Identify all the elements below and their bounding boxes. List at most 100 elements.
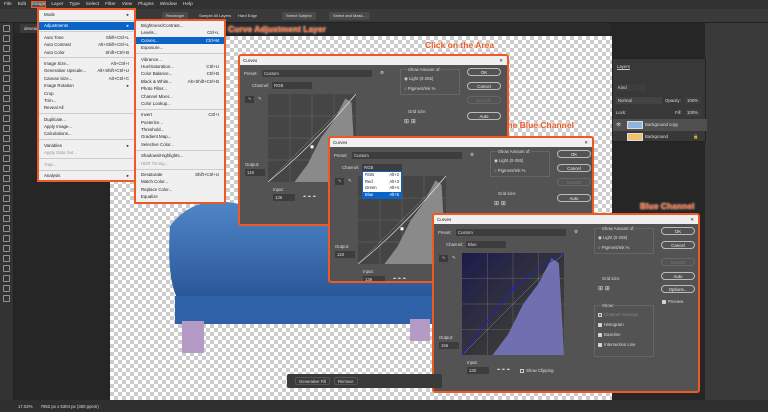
show-clipping-checkbox[interactable]: Show Clipping: [520, 368, 553, 373]
menu-filter[interactable]: Filter: [105, 2, 116, 7]
menu-item-gradient-map[interactable]: Gradient Map...: [136, 133, 224, 140]
baseline-checkbox[interactable]: Baseline: [598, 332, 620, 337]
menu-item-match-color[interactable]: Match Color...: [136, 178, 224, 185]
opacity-field[interactable]: 100%: [685, 97, 701, 104]
smooth-button[interactable]: Smooth: [467, 96, 501, 104]
light-radio[interactable]: ◉ Light (0-255): [494, 158, 523, 164]
grid-size-icons[interactable]: ⊞ ⊞: [598, 285, 610, 292]
menu-help[interactable]: Help: [183, 2, 193, 7]
ok-button[interactable]: OK: [661, 227, 695, 235]
smooth-button[interactable]: Smooth: [661, 258, 695, 266]
eyedropper-icons[interactable]: ✒ ✒ ✒: [497, 367, 510, 373]
channel-overlays-checkbox[interactable]: Channel Overlays: [598, 312, 638, 317]
zoom-level[interactable]: 17.02%: [18, 404, 33, 409]
preset-dropdown[interactable]: Custom: [262, 70, 372, 77]
gear-icon[interactable]: ⚙: [574, 229, 578, 235]
eye-icon[interactable]: 👁: [616, 119, 621, 131]
menu-item-auto-tone[interactable]: Auto Tone Shift+Ctrl+L: [39, 34, 134, 41]
menu-item-adjustments[interactable]: Adjustments ▸: [39, 22, 134, 30]
tool-icon[interactable]: [3, 175, 10, 182]
tool-icon[interactable]: [3, 145, 10, 152]
menu-item-color-lookup[interactable]: Color Lookup...: [136, 100, 224, 107]
curve-tool-icon[interactable]: ∿: [245, 96, 254, 103]
blend-mode-dropdown[interactable]: Normal: [616, 97, 662, 104]
menu-item-photo-filter[interactable]: Photo Filter...: [136, 85, 224, 92]
menu-item-trap[interactable]: Trap...: [39, 161, 134, 168]
curve-graph[interactable]: [462, 253, 564, 355]
menu-view[interactable]: View: [122, 2, 132, 7]
pencil-icon[interactable]: ✎: [258, 96, 262, 102]
menu-item-equalize[interactable]: Equalize: [136, 193, 224, 200]
menu-item-curves[interactable]: Curves... Ctrl+M: [136, 36, 224, 45]
curve-point[interactable]: [511, 287, 515, 291]
menu-item-color-balance[interactable]: Color Balance... Ctrl+B: [136, 70, 224, 77]
tool-icon[interactable]: [3, 105, 10, 112]
output-field[interactable]: 118: [335, 251, 355, 258]
tool-icon[interactable]: [3, 125, 10, 132]
close-icon[interactable]: ✕: [499, 56, 503, 65]
tool-icon[interactable]: [3, 225, 10, 232]
tool-icon[interactable]: [3, 35, 10, 42]
tool-icon[interactable]: [3, 65, 10, 72]
select-and-mask-button[interactable]: Select and Mask...: [329, 12, 370, 20]
output-field[interactable]: 118: [245, 169, 265, 176]
menu-item-selective-color[interactable]: Selective Color...: [136, 141, 224, 148]
gear-icon[interactable]: ⚙: [380, 70, 384, 76]
preview-checkbox[interactable]: Preview: [662, 299, 683, 304]
menu-select[interactable]: Select: [86, 2, 99, 7]
remove-button[interactable]: Remove: [334, 377, 358, 385]
tool-icon[interactable]: [3, 25, 10, 32]
tool-icon[interactable]: [3, 205, 10, 212]
menu-item-levels[interactable]: Levels... Ctrl+L: [136, 29, 224, 36]
menu-item-trim[interactable]: Trim...: [39, 97, 134, 104]
curve-point[interactable]: [310, 145, 314, 149]
tool-icon[interactable]: [3, 195, 10, 202]
tool-icon[interactable]: [3, 295, 10, 302]
intersection-line-checkbox[interactable]: Intersection Line: [598, 342, 636, 347]
menu-item-shadows-highlights[interactable]: Shadows/Highlights...: [136, 152, 224, 159]
menu-type[interactable]: Type: [69, 2, 79, 7]
pencil-icon[interactable]: ✎: [452, 255, 456, 261]
smooth-button[interactable]: Smooth: [557, 178, 591, 186]
menu-plugins[interactable]: Plugins: [138, 2, 154, 7]
menu-edit[interactable]: Edit: [18, 2, 26, 7]
menu-item-auto-contrast[interactable]: Auto Contrast Alt+Shift+Ctrl+L: [39, 41, 134, 48]
input-field[interactable]: 136: [363, 276, 385, 281]
grid-size-icons[interactable]: ⊞ ⊞: [494, 200, 506, 207]
tool-icon[interactable]: [3, 155, 10, 162]
channel-dropdown[interactable]: RGB: [362, 164, 402, 171]
tool-icon[interactable]: [3, 215, 10, 222]
options-button[interactable]: Options...: [661, 285, 695, 293]
channel-dropdown[interactable]: Blue: [466, 241, 506, 248]
menu-item-brightness-contrast[interactable]: Brightness/Contrast...: [136, 22, 224, 29]
menu-item-calculations[interactable]: Calculations...: [39, 130, 134, 137]
tool-icon[interactable]: [3, 245, 10, 252]
tool-icon[interactable]: [3, 275, 10, 282]
menu-item-crop[interactable]: Crop: [39, 90, 134, 97]
menu-item-analysis[interactable]: Analysis ▸: [39, 172, 134, 179]
pigment-radio[interactable]: ○ Pigment/Ink %: [404, 86, 436, 91]
ok-button[interactable]: OK: [557, 150, 591, 158]
tool-icon[interactable]: [3, 95, 10, 102]
auto-button[interactable]: Auto: [467, 112, 501, 120]
tool-icon[interactable]: [3, 285, 10, 292]
tool-icon[interactable]: [3, 185, 10, 192]
menu-item-vibrance[interactable]: Vibrance...: [136, 56, 224, 63]
tool-icon[interactable]: [3, 255, 10, 262]
menu-item-invert[interactable]: Invert Ctrl+I: [136, 111, 224, 118]
menu-item-desaturate[interactable]: Desaturate Shift+Ctrl+U: [136, 171, 224, 178]
tool-icon[interactable]: [3, 55, 10, 62]
channel-option[interactable]: Blue Alt+5: [363, 191, 401, 198]
menu-item-variables[interactable]: Variables ▸: [39, 142, 134, 149]
select-subject-button[interactable]: Select Subject: [282, 12, 316, 20]
tool-icon[interactable]: [3, 85, 10, 92]
channel-dropdown[interactable]: RGB: [272, 82, 312, 89]
cancel-button[interactable]: Cancel: [661, 241, 695, 249]
menu-item-threshold[interactable]: Threshold...: [136, 126, 224, 133]
menu-item-posterize[interactable]: Posterize...: [136, 119, 224, 126]
menu-item-mode[interactable]: Mode ▸: [39, 11, 134, 18]
curve-tool-icon[interactable]: ∿: [335, 178, 344, 185]
menu-item-image-size[interactable]: Image Size... Alt+Ctrl+I: [39, 60, 134, 67]
menu-item-reveal-all[interactable]: Reveal All: [39, 104, 134, 111]
menu-item-canvas-size[interactable]: Canvas Size... Alt+Ctrl+C: [39, 75, 134, 82]
